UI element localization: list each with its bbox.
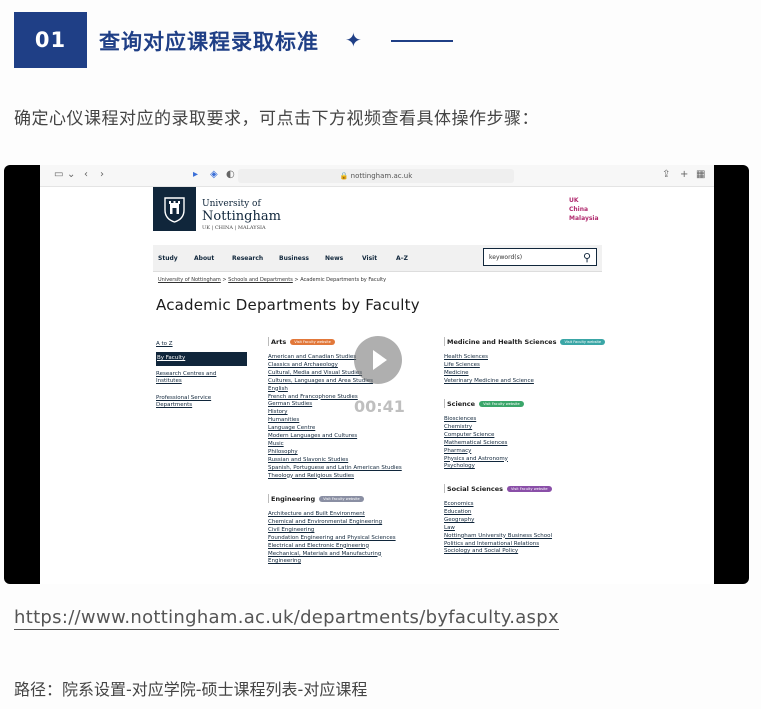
side-nav-institutes: Institutes [156, 378, 182, 384]
faculty-science: Science Visit Faculty website Bioscience… [444, 399, 524, 471]
department-link: Electrical and Electronic Engineering [268, 542, 369, 549]
browser-toolbar: ▭ ⌄ ‹ › ▸ ◈ ◐ 🔒 nottingham.ac.uk ⇪ + ▦ [40, 165, 714, 187]
site-search-input: keyword(s) ⚲ [483, 248, 597, 266]
department-link: Life Sciences [444, 361, 480, 368]
nav-news: News [325, 255, 344, 262]
intro-text: 确定心仪课程对应的录取要求，可点击下方视频查看具体操作步骤： [14, 109, 539, 129]
side-nav-a-to-z: A to Z [156, 341, 173, 347]
faculty-page-link[interactable]: https://www.nottingham.ac.uk/departments… [14, 607, 559, 630]
side-nav: A to Z By Faculty Research Centres and I… [156, 341, 247, 409]
section-title: 查询对应课程录取标准 [99, 30, 319, 54]
department-link: Psychology [444, 463, 475, 470]
side-nav-by-faculty: By Faculty [156, 352, 247, 366]
chevron-down-icon: ⌄ [67, 169, 76, 180]
breadcrumb: University of Nottingham > Schools and D… [158, 277, 387, 283]
department-link: Health Sciences [444, 354, 488, 360]
department-link: Economics [444, 501, 474, 507]
department-link: Engineering [268, 558, 301, 565]
department-link: Biosciences [444, 416, 477, 422]
university-name: University of Nottingham UK | CHINA | MA… [202, 199, 281, 231]
department-link: Humanities [268, 417, 300, 424]
video-timer: 00:41 [354, 397, 405, 416]
search-icon: ⚲ [582, 251, 591, 264]
social-visit-badge: Visit Faculty website [507, 485, 552, 492]
department-link: Education [444, 508, 472, 515]
video-player[interactable]: ▭ ⌄ ‹ › ▸ ◈ ◐ 🔒 nottingham.ac.uk ⇪ + ▦ U… [4, 165, 749, 584]
star-icon: ✦ [345, 28, 362, 52]
faculty-medicine: Medicine and Health Sciences Visit Facul… [444, 337, 606, 386]
faculty-engineering: Engineering Visit Faculty website Archit… [268, 494, 396, 565]
university-logo [153, 187, 196, 231]
side-nav-research-centres: Research Centres and [156, 371, 217, 377]
address-bar: 🔒 nottingham.ac.uk [238, 169, 514, 183]
department-link: Pharmacy [444, 447, 472, 454]
play-button[interactable] [354, 336, 402, 384]
department-link: Physics and Astronomy [444, 455, 508, 462]
department-link: English [268, 385, 288, 392]
tabs-grid-icon: ▦ [696, 169, 706, 180]
video-screen[interactable]: ▭ ⌄ ‹ › ▸ ◈ ◐ 🔒 nottingham.ac.uk ⇪ + ▦ U… [40, 165, 714, 584]
page-title: Academic Departments by Faculty [156, 296, 420, 314]
department-link: Chemical and Environmental Engineering [268, 518, 383, 525]
title-divider [391, 40, 453, 42]
department-link: Politics and International Relations [444, 540, 540, 547]
nav-business: Business [279, 255, 309, 262]
engineering-visit-badge: Visit Faculty website [319, 495, 364, 502]
section-number: 01 [14, 12, 87, 68]
nav-about: About [194, 255, 215, 262]
section-header: 01 查询对应课程录取标准 ✦ [14, 12, 759, 68]
route-text: 路径：院系设置-对应学院-硕士课程列表-对应课程 [14, 680, 368, 699]
department-link: Mathematical Sciences [444, 439, 508, 446]
department-link: Computer Science [444, 431, 495, 438]
nav-study: Study [158, 255, 178, 262]
department-link: Modern Languages and Cultures [268, 433, 358, 440]
nav-research: Research [232, 255, 264, 262]
nav-a-z: A–Z [396, 255, 408, 262]
department-link: Mechanical, Materials and Manufacturing [268, 550, 382, 557]
department-link: Medicine [444, 369, 469, 376]
region-china: China [569, 206, 589, 213]
region-uk: UK [569, 197, 579, 204]
department-link: Theology and Religious Studies [268, 472, 354, 479]
department-link: Spanish, Portuguese and Latin American S… [268, 464, 402, 471]
department-link: Sociology and Social Policy [444, 548, 519, 555]
department-link: Music [268, 440, 284, 447]
castle-icon [164, 197, 185, 223]
department-link: Law [444, 524, 455, 531]
sidebar-icon: ▭ [54, 169, 64, 180]
department-link: Architecture and Built Environment [268, 511, 365, 517]
side-nav-departments: Departments [156, 402, 193, 408]
back-icon: ‹ [84, 169, 88, 180]
region-links: UK China Malaysia [569, 196, 599, 223]
site-nav: Study About Research Business News Visit… [153, 245, 602, 272]
department-link: Language Centre [268, 425, 316, 432]
reader-icon: ◐ [226, 169, 235, 180]
url-text: nottingham.ac.uk [350, 172, 413, 180]
share-icon: ⇪ [662, 169, 671, 180]
department-link: Russian and Slavonic Studies [268, 456, 349, 463]
shield-icon: ◈ [210, 169, 218, 180]
arts-visit-badge: Visit Faculty website [290, 338, 335, 345]
department-link: Philosophy [268, 448, 298, 455]
department-link: Civil Engineering [268, 526, 315, 533]
department-link: Veterinary Medicine and Science [444, 377, 534, 384]
side-nav-professional-service: Professional Service [156, 395, 212, 401]
new-tab-icon: + [680, 169, 689, 180]
faculty-social-sciences: Social Sciences Visit Faculty website Ec… [444, 484, 553, 555]
nav-visit: Visit [362, 255, 378, 262]
department-link: Nottingham University Business School [444, 532, 553, 539]
department-link: Geography [444, 516, 475, 523]
extension-icon: ▸ [193, 169, 199, 180]
department-link: Foundation Engineering and Physical Scie… [268, 534, 396, 541]
region-malaysia: Malaysia [569, 215, 599, 222]
science-visit-badge: Visit Faculty website [479, 400, 524, 407]
department-link: Chemistry [444, 423, 473, 430]
forward-icon: › [100, 169, 104, 180]
medicine-visit-badge: Visit Faculty website [560, 338, 606, 345]
